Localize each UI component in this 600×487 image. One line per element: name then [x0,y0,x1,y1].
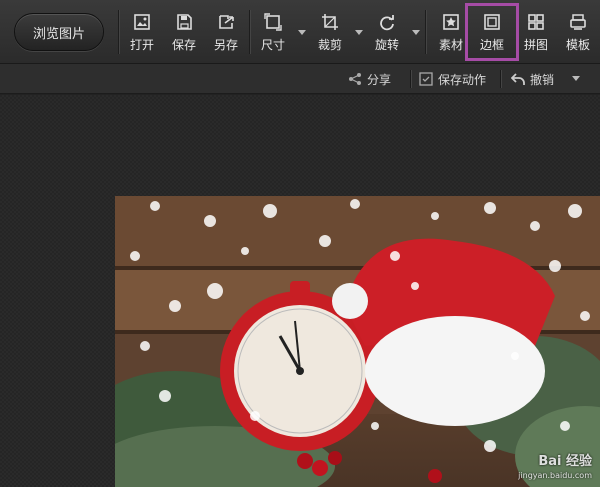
rotate-label: 旋转 [374,38,399,52]
watermark-brand: Bai 经验 [538,454,592,469]
save-action-button[interactable]: 保存动作 [419,70,486,88]
collage-button[interactable]: 拼图 [516,8,556,56]
toolbar-separator [249,10,250,54]
save-action-icon [419,72,433,86]
size-label: 尺寸 [260,38,285,52]
material-label: 素材 [438,38,463,52]
share-icon [349,73,361,85]
template-icon [568,12,588,32]
action-bar: 分享 保存动作 撤销 [0,64,600,94]
undo-dropdown-icon[interactable] [572,76,580,81]
rotate-dropdown-icon[interactable] [412,30,420,35]
baidu-watermark: Bai 经验 jingyan.baidu.com [518,455,592,483]
undo-icon [511,73,525,85]
rotate-icon [377,12,397,32]
share-label: 分享 [367,72,392,87]
save-as-label: 另存 [213,38,238,52]
toolbar-separator [118,10,119,54]
main-toolbar: 浏览图片 打开 保存 另存 尺寸 裁剪 旋转 素材 边框 拼图 模板 [0,0,600,64]
action-separator [410,70,411,88]
save-label: 保存 [171,38,196,52]
crop-label: 裁剪 [317,38,342,52]
undo-button[interactable]: 撤销 [511,70,554,88]
share-button[interactable]: 分享 [348,70,391,88]
border-button-highlight [465,3,519,61]
grid-icon [526,12,546,32]
open-icon [132,12,152,32]
template-label: 模板 [565,38,590,52]
open-button[interactable]: 打开 [122,8,162,56]
crop-icon [320,12,340,32]
undo-label: 撤销 [530,72,555,87]
rotate-button[interactable]: 旋转 [367,8,407,56]
photo-illustration [115,196,600,487]
browse-images-button[interactable]: 浏览图片 [14,13,104,51]
save-button[interactable]: 保存 [164,8,204,56]
save-as-icon [216,12,236,32]
size-button[interactable]: 尺寸 [253,8,293,56]
christmas-photo: Bai 经验 jingyan.baidu.com [115,196,600,487]
toolbar-separator [425,10,426,54]
save-action-label: 保存动作 [438,72,487,87]
watermark-url: jingyan.baidu.com [518,471,592,480]
crop-dropdown-icon[interactable] [355,30,363,35]
size-dropdown-icon[interactable] [298,30,306,35]
save-icon [174,12,194,32]
star-icon [441,12,461,32]
collage-label: 拼图 [523,38,548,52]
save-as-button[interactable]: 另存 [206,8,246,56]
open-label: 打开 [129,38,154,52]
action-separator [500,70,501,88]
resize-icon [263,12,283,32]
template-button[interactable]: 模板 [558,8,598,56]
crop-button[interactable]: 裁剪 [310,8,350,56]
